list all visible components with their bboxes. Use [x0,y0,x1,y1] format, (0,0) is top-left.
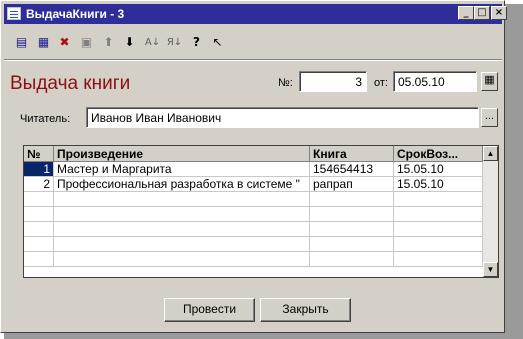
reader-label: Читатель: [20,113,71,125]
post-button[interactable]: Провести [164,298,255,322]
move-down-icon[interactable]: ⬇ [121,34,138,51]
document-icon [7,7,21,20]
minimize-button[interactable]: _ [458,6,474,20]
scroll-up-button[interactable]: ▲ [483,146,498,161]
maximize-button[interactable]: □ [474,6,490,20]
edit-row-icon[interactable]: ▦ [35,34,52,51]
date-label: от: [374,77,388,89]
window-title: ВыдачаКниги - 3 [26,7,125,21]
items-table: № Произведение Книга СрокВоз... 1 Мастер… [23,145,499,278]
copy-row-icon[interactable]: ▣ [78,34,95,51]
sort-desc-icon[interactable]: Я↓ [166,34,183,51]
toolbar-separator [4,59,502,61]
close-form-button[interactable]: Закрыть [260,298,351,322]
reader-field[interactable]: Иванов Иван Иванович [86,107,479,128]
cell-due[interactable]: 15.05.10 [394,162,483,177]
delete-row-icon[interactable]: ✖ [56,34,73,51]
cell-work[interactable]: Профессиональная разработка в системе " [54,177,310,192]
number-label: №: [278,77,293,89]
calendar-button[interactable]: ▦ [481,72,498,91]
cell-book[interactable]: рапрап [310,177,394,192]
toolbar: ▤ ▦ ✖ ▣ ⬆ ⬇ A↓ Я↓ ? ↖ [4,29,502,55]
reader-select-button[interactable]: ... [481,108,498,127]
cell-due[interactable]: 15.05.10 [394,177,483,192]
column-header-work[interactable]: Произведение [54,146,310,162]
calendar-icon: ▦ [484,74,495,86]
title-bar[interactable]: ВыдачаКниги - 3 _ □ × [4,4,507,24]
move-up-icon[interactable]: ⬆ [100,34,117,51]
sort-asc-icon[interactable]: A↓ [144,34,161,51]
cell-number[interactable]: 2 [24,177,54,192]
column-header-book[interactable]: Книга [310,146,394,162]
form-heading: Выдача книги [10,73,131,94]
close-button[interactable]: × [491,6,507,20]
number-field[interactable]: 3 [299,71,367,92]
document-window: ВыдачаКниги - 3 _ □ × ▤ ▦ ✖ ▣ ⬆ ⬇ A↓ Я↓ … [0,0,507,333]
cell-number[interactable]: 1 [24,162,54,177]
column-header-number[interactable]: № [24,146,54,162]
table-scrollbar[interactable]: ▲ ▼ [483,146,498,277]
context-help-icon[interactable]: ↖ [209,34,226,51]
new-row-icon[interactable]: ▤ [13,34,30,51]
column-header-due[interactable]: СрокВоз... [394,146,483,162]
help-icon[interactable]: ? [188,34,205,51]
cell-work[interactable]: Мастер и Маргарита [54,162,310,177]
date-field[interactable]: 05.05.10 [393,71,477,92]
scroll-down-button[interactable]: ▼ [483,262,498,277]
cell-book[interactable]: 154654413 [310,162,394,177]
